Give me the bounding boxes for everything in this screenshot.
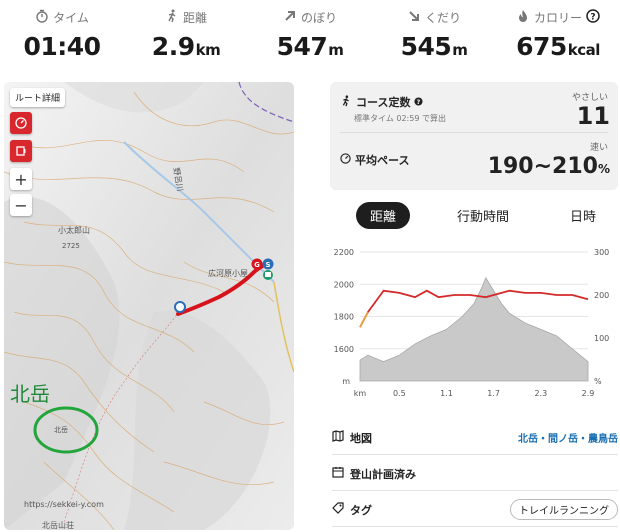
stat-distance: 距離 2.9km [124,0,248,76]
gauge-icon [15,114,27,133]
pace-value: 190~210 [487,154,598,179]
svg-text:?: ? [590,12,595,22]
hiker-icon [165,9,179,26]
tab-datetime[interactable]: 日時 [556,202,610,229]
stat-unit: kcal [567,41,601,59]
help-icon[interactable]: ? [586,8,600,26]
stat-descent: くだり 545m [372,0,496,76]
battery-icon [15,142,27,161]
flame-icon [516,9,530,26]
stat-ascent: のぼり 547m [248,0,372,76]
divider [340,132,608,133]
y-right-tick-label: 100 [594,334,609,343]
standard-time: 標準タイム 02:59 で算出 [354,114,446,123]
map-icon [332,430,344,445]
course-constant-title: コース定数 [356,96,411,109]
svg-text:?: ? [417,99,421,106]
hiker-icon [340,94,352,110]
map-label-hut: 広河原小屋 [208,269,248,278]
topo-terrain: G S [4,82,294,530]
y-left-tick-label: 1600 [334,345,354,354]
stopwatch-icon [35,9,49,26]
map-label-hut2: 北岳山荘 [42,521,74,530]
tag-icon [332,502,344,517]
course-constant-value: 11 [576,102,610,130]
course-card: コース定数 ? 標準タイム 02:59 で算出 やさしい 11 平均ペース 速い… [330,82,618,190]
gauge-icon [340,153,351,167]
stat-unit: m [328,41,344,59]
map-link[interactable]: 北岳・間ノ岳・農鳥岳 [518,430,618,445]
zoom-out-button[interactable]: − [10,194,32,216]
stat-value: 547 [276,32,328,61]
stat-value: 545 [400,32,452,61]
svg-text:S: S [265,261,270,269]
info-row-plan[interactable]: 登山計画済み [332,457,618,491]
x-unit: km [354,389,367,398]
y-right-tick-label: 200 [594,291,609,300]
chart-tabs: 距離 行動時間 日時 [356,201,610,229]
annotation-kitadake: 北岳 [10,382,50,406]
stat-label: くだり [424,10,461,25]
info-row-tag[interactable]: タグ トレイルランニング [332,493,618,527]
pace-unit: % [597,162,610,176]
info-row-map[interactable]: 地図 北岳・間ノ岳・農鳥岳 [332,421,618,455]
stat-label: のぼり [300,10,337,25]
map-label-kitadake: 北岳 [54,426,68,434]
stat-unit: km [195,41,221,59]
stats-bar: タイム 01:40 距離 2.9km のぼり 547m くだり 545m カロリ… [0,0,620,76]
svg-text:G: G [254,261,260,269]
map-watermark: https://sekkei-y.com [24,500,104,509]
y-left-tick-label: 2200 [334,248,354,257]
stat-value: 2.9 [151,32,195,61]
x-tick-label: 1.1 [440,389,453,398]
tab-distance[interactable]: 距離 [356,201,411,229]
x-tick-label: 2.9 [582,389,595,398]
pace-line-start [359,311,369,328]
pace-value-wrap: 190~210% [488,154,610,179]
fast-label: 速い [589,143,608,153]
stat-time: タイム 01:40 [0,0,124,76]
x-tick-label: 1.7 [487,389,500,398]
map-label: 地図 [350,431,372,445]
elevation-area [359,276,589,382]
pace-title: 平均ペース [355,154,410,167]
stat-value: 01:40 [23,32,101,61]
y-left-tick-label: 1800 [334,313,354,322]
tag-label: タグ [350,503,372,517]
stat-label: タイム [53,10,89,25]
elevation-pace-chart: 2200 2000 1800 1600 m 300 200 100% km 0.5 1.1 1.7 2.… [334,248,610,398]
stat-calorie: カロリー ? 675kcal [496,0,620,76]
tag-pill[interactable]: トレイルランニング [510,499,618,520]
y-left-unit: m [342,377,350,386]
y-left-tick-label: 2000 [334,280,354,289]
stat-unit: m [452,41,468,59]
memo-button[interactable] [10,140,32,162]
x-tick-label: 2.3 [534,389,547,398]
zoom-in-button[interactable]: + [10,168,32,190]
track-button[interactable] [10,112,32,134]
route-map[interactable]: G S ルート詳細 + − 広河原小屋 小太郎山 2725 野呂川 北岳 北岳山… [4,82,294,530]
plan-label: 登山計画済み [350,467,416,481]
stat-label: カロリー [533,10,582,25]
route-detail-button[interactable]: ルート詳細 [10,88,66,107]
stat-label: 距離 [182,10,207,25]
arrow-down-right-icon [407,9,421,26]
calendar-icon [332,466,344,481]
y-right-tick-label: 300 [594,248,609,257]
map-label-elevation: 2725 [62,242,80,250]
stat-value: 675 [516,32,567,61]
tab-activity-time[interactable]: 行動時間 [443,202,523,229]
map-label-peak: 小太郎山 [58,226,90,235]
arrow-up-right-icon [283,9,297,26]
x-tick-label: 0.5 [393,389,406,398]
y-right-unit: % [594,377,602,386]
help-icon[interactable]: ? [414,96,424,109]
